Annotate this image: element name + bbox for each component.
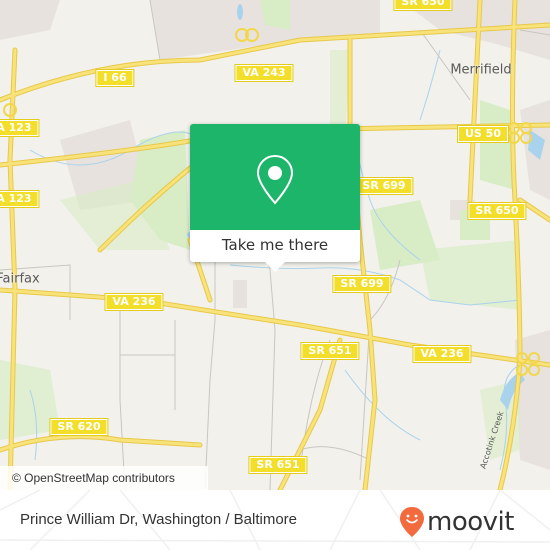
road-shield-sr651-b: SR 651 [248,456,308,474]
moovit-pin-icon [400,507,424,537]
road-shield-va243: VA 243 [234,64,294,82]
footer-bar: Prince William Dr, Washington / Baltimor… [0,490,550,550]
map-pin-icon [256,154,294,205]
road-shield-va236-b: VA 236 [412,345,472,363]
popup-header [190,124,360,230]
road-shield-us50: US 50 [457,125,509,143]
road-shield-i66: I 66 [95,69,135,87]
road-shield-sr620: SR 620 [49,418,109,436]
road-shield-sr651-a: SR 651 [300,342,360,360]
road-shield-sr650-top: SR 650 [393,0,453,11]
place-label-fairfax: Fairfax [0,271,40,287]
location-popup: Take me there [190,124,360,272]
place-label-merrifield: Merrifield [450,62,512,78]
road-shield-va236-a: VA 236 [104,293,164,311]
road-shield-va123-b: VA 123 [0,190,40,208]
moovit-wordmark: moovit [427,507,514,537]
map-attribution[interactable]: © OpenStreetMap contributors [0,466,208,490]
take-me-there-button[interactable]: Take me there [190,230,360,262]
road-shield-sr650: SR 650 [467,202,527,220]
road-shield-sr699-b: SR 699 [332,275,392,293]
road-shield-va123-a: VA 123 [0,119,40,137]
road-shield-sr699-a: SR 699 [354,177,414,195]
location-title: Prince William Dr, Washington / Baltimor… [20,511,298,528]
popup-pointer [265,262,285,272]
map-view[interactable]: SR 650 I 66 VA 243 VA 123 VA 123 US 50 S… [0,0,550,490]
moovit-logo[interactable]: moovit [399,504,514,540]
